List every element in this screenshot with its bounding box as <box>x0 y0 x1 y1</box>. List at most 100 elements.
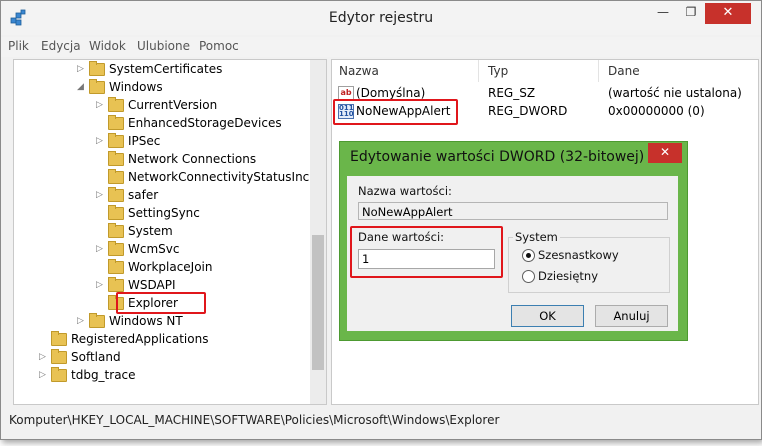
decimal-radio[interactable] <box>522 270 535 283</box>
folder-icon <box>89 313 105 328</box>
expand-arrow-icon[interactable]: ▷ <box>96 276 106 294</box>
hex-radio-label[interactable]: Szesnastkowy <box>538 248 619 262</box>
tree-item-label: safer <box>128 188 159 202</box>
tree-item[interactable]: ▷ Softland <box>14 348 310 366</box>
column-header-name[interactable]: Nazwa <box>339 64 379 78</box>
registry-editor-window: Edytor rejestru — ❐ ✕ Plik Edycja Widok … <box>0 0 762 440</box>
tree-item-label: tdbg_trace <box>71 368 136 382</box>
folder-icon <box>108 241 124 256</box>
minimize-button[interactable]: — <box>649 3 677 24</box>
close-button[interactable]: ✕ <box>705 3 751 24</box>
folder-icon <box>108 259 124 274</box>
tree-item-label: EnhancedStorageDevices <box>128 116 282 130</box>
value-type: REG_DWORD <box>488 104 568 118</box>
tree-item-label: NetworkConnectivityStatusInc <box>128 170 310 184</box>
tree-item[interactable]: ▷ tdbg_trace <box>14 366 310 384</box>
dialog-close-button[interactable]: ✕ <box>648 143 682 163</box>
tree-item-label: Windows <box>109 80 163 94</box>
menu-file[interactable]: Plik <box>8 39 29 53</box>
tree-item[interactable]: ◢ Windows <box>14 78 310 96</box>
column-separator[interactable] <box>598 60 599 82</box>
expand-arrow-icon[interactable]: ▷ <box>96 96 106 114</box>
tree-item-label: CurrentVersion <box>128 98 218 112</box>
expand-arrow-icon[interactable]: ▷ <box>96 132 106 150</box>
column-separator[interactable] <box>478 60 479 82</box>
tree-item-label: SettingSync <box>128 206 200 220</box>
status-bar-path: Komputer\HKEY_LOCAL_MACHINE\SOFTWARE\Pol… <box>9 413 500 427</box>
expand-arrow-icon[interactable]: ▷ <box>39 366 49 384</box>
window-title: Edytor rejestru <box>328 10 434 26</box>
folder-icon <box>108 205 124 220</box>
folder-icon <box>51 349 67 364</box>
title-bar: Edytor rejestru — ❐ ✕ <box>1 1 761 35</box>
tree-item[interactable]: ▷ SystemCertificates <box>14 60 310 78</box>
tree-item[interactable]: SettingSync <box>14 204 310 222</box>
dialog-title: Edytowanie wartości DWORD (32-bitowej) <box>350 149 645 165</box>
base-group-label: System <box>513 230 560 244</box>
folder-icon <box>51 367 67 382</box>
tree-item[interactable]: Network Connections <box>14 150 310 168</box>
cancel-button[interactable]: Anuluj <box>595 305 668 327</box>
maximize-button[interactable]: ❐ <box>677 3 705 24</box>
tree-item[interactable]: RegisteredApplications <box>14 330 310 348</box>
folder-icon <box>108 115 124 130</box>
expand-arrow-icon[interactable]: ▷ <box>96 186 106 204</box>
expand-arrow-icon[interactable]: ▷ <box>77 312 87 330</box>
folder-icon <box>108 223 124 238</box>
tree-item-label: WorkplaceJoin <box>128 260 213 274</box>
expand-arrow-icon[interactable]: ▷ <box>39 348 49 366</box>
value-data: 0x00000000 (0) <box>608 104 705 118</box>
tree-item[interactable]: ▷ CurrentVersion <box>14 96 310 114</box>
menu-help[interactable]: Pomoc <box>199 39 239 53</box>
column-header-type[interactable]: Typ <box>488 64 508 78</box>
tree-item[interactable]: ▷ safer <box>14 186 310 204</box>
tree-item[interactable]: System <box>14 222 310 240</box>
folder-icon <box>51 331 67 346</box>
tree-item-label: Softland <box>71 350 121 364</box>
tree-item-label: Windows NT <box>109 314 183 328</box>
tree-item[interactable]: WorkplaceJoin <box>14 258 310 276</box>
tree-scrollbar-thumb[interactable] <box>312 235 324 370</box>
menu-bar: Plik Edycja Widok Ulubione Pomoc <box>1 37 761 57</box>
base-groupbox <box>508 237 670 293</box>
tree-scrollbar[interactable] <box>310 60 326 404</box>
explorer-highlight-box <box>116 292 206 314</box>
value-data-highlight-box <box>350 226 503 278</box>
folder-icon <box>108 151 124 166</box>
tree-item-label: IPSec <box>128 134 161 148</box>
folder-icon <box>108 277 124 292</box>
ok-button[interactable]: OK <box>511 305 584 327</box>
tree-item[interactable]: ▷ Windows NT <box>14 312 310 330</box>
value-data: (wartość nie ustalona) <box>608 86 742 100</box>
tree-item-label: WcmSvc <box>128 242 180 256</box>
folder-icon <box>108 133 124 148</box>
folder-icon <box>108 187 124 202</box>
folder-icon <box>89 61 105 76</box>
tree-item[interactable]: NetworkConnectivityStatusInc <box>14 168 310 186</box>
dialog-body: Nazwa wartości: NoNewAppAlert Dane warto… <box>347 176 678 331</box>
column-header-data[interactable]: Dane <box>608 64 640 78</box>
folder-icon <box>89 79 105 94</box>
value-name-field: NoNewAppAlert <box>358 202 668 220</box>
menu-favorites[interactable]: Ulubione <box>137 39 190 53</box>
tree-item-label: SystemCertificates <box>109 62 223 76</box>
registry-tree[interactable]: ▷ SystemCertificates ◢ Windows ▷ CurrentVersi… <box>13 59 327 405</box>
folder-icon <box>108 97 124 112</box>
tree-item-label: System <box>128 224 173 238</box>
nonewappalert-highlight-box <box>333 99 458 125</box>
value-name-label: Nazwa wartości: <box>358 184 452 198</box>
collapse-arrow-icon[interactable]: ◢ <box>77 78 87 96</box>
tree-item[interactable]: EnhancedStorageDevices <box>14 114 310 132</box>
tree-item-label: Network Connections <box>128 152 257 166</box>
value-type: REG_SZ <box>488 86 536 100</box>
tree-item[interactable]: ▷ IPSec <box>14 132 310 150</box>
folder-icon <box>108 169 124 184</box>
expand-arrow-icon[interactable]: ▷ <box>77 60 87 78</box>
tree-item[interactable]: ▷ WcmSvc <box>14 240 310 258</box>
menu-view[interactable]: Widok <box>89 39 126 53</box>
edit-dword-dialog: Edytowanie wartości DWORD (32-bitowej) ✕… <box>339 141 688 341</box>
decimal-radio-label[interactable]: Dziesiętny <box>538 269 598 283</box>
hex-radio[interactable] <box>522 249 535 262</box>
menu-edit[interactable]: Edycja <box>41 39 81 53</box>
expand-arrow-icon[interactable]: ▷ <box>96 240 106 258</box>
